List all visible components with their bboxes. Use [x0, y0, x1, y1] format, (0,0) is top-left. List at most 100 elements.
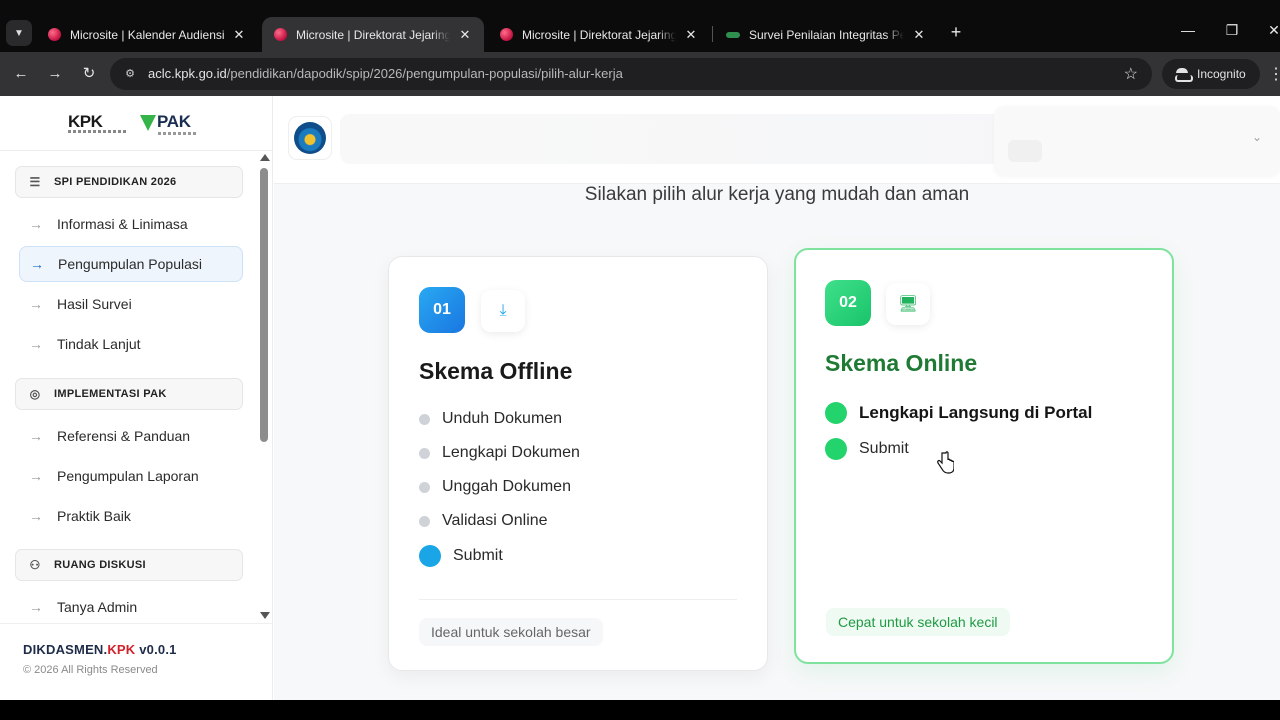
sidebar-scrollbar[interactable] [258, 152, 272, 622]
forward-arrow-icon[interactable]: → [45, 64, 65, 84]
sidebar-item-pengumpulan-populasi[interactable]: → Pengumpulan Populasi [19, 246, 243, 282]
sidebar-item-pengumpulan-laporan[interactable]: → Pengumpulan Laporan [19, 458, 243, 494]
browser-tab-2[interactable]: Microsite | Direktorat Jejaring Pendidik… [262, 17, 484, 52]
tab-title: Microsite | Direktorat Jejaring Pendidik… [522, 27, 676, 42]
sidebar-logos[interactable]: KPK PAK [68, 112, 198, 138]
arrow-right-icon: → [30, 256, 44, 272]
checkmark-icon [140, 115, 156, 131]
target-icon: ◎ [29, 387, 41, 401]
incognito-label: Incognito [1197, 67, 1246, 81]
section-label: RUANG DISKUSI [54, 559, 146, 571]
monitor-icon[interactable]: 🖥 [886, 283, 930, 325]
browser-tab-strip: ▼ Microsite | Kalender Audiensi ✕ Micros… [0, 0, 1280, 52]
kpk-heart-icon [500, 28, 513, 41]
spi-icon [726, 31, 740, 38]
incognito-icon [1174, 68, 1193, 82]
browser-tab-3[interactable]: Microsite | Direktorat Jejaring Pendidik… [488, 17, 710, 52]
tab-close-icon[interactable]: ✕ [232, 27, 246, 43]
browser-menu-icon[interactable]: ⋮ [1268, 64, 1280, 84]
url-host: aclc.kpk.go.id [148, 66, 227, 81]
step-item: Submit [419, 545, 503, 567]
section-spi-pendidikan[interactable]: ☰ SPI PENDIDIKAN 2026 [15, 166, 243, 198]
arrow-right-icon: → [29, 468, 43, 484]
browser-toolbar: ← → ↻ ⚙ aclc.kpk.go.id/pendidikan/dapodi… [0, 52, 1280, 96]
sidebar-item-referensi-panduan[interactable]: → Referensi & Panduan [19, 418, 243, 454]
sidebar-item-label: Tindak Lanjut [57, 336, 141, 352]
page-subtitle: Silakan pilih alur kerja yang mudah dan … [584, 184, 970, 205]
divider [419, 599, 737, 600]
divider [0, 150, 272, 151]
step-number-badge: 02 [825, 280, 871, 326]
tab-close-icon[interactable]: ✕ [912, 27, 926, 43]
section-ruang-diskusi[interactable]: ⚇ RUANG DISKUSI [15, 549, 243, 581]
card-title: Skema Offline [419, 358, 573, 384]
sidebar-item-label: Informasi & Linimasa [57, 216, 188, 232]
step-item: Lengkapi Langsung di Portal [825, 402, 1092, 424]
sidebar-footer: DIKDASMEN.KPK v0.0.1 © 2026 All Rights R… [0, 623, 272, 700]
incognito-button[interactable]: Incognito [1162, 59, 1260, 89]
sidebar-item-hasil-survei[interactable]: → Hasil Survei [19, 286, 243, 322]
main-content: ⌄ Silakan pilih alur kerja yang mudah da… [274, 96, 1280, 700]
browser-tab-1[interactable]: Microsite | Kalender Audiensi ✕ [36, 17, 258, 52]
card-title: Skema Online [825, 350, 978, 376]
reload-icon[interactable]: ↻ [79, 64, 99, 84]
screen-bottom-bar [0, 700, 1280, 720]
site-settings-icon[interactable]: ⚙ [122, 66, 138, 82]
scroll-down-icon[interactable] [260, 612, 270, 619]
step-item: Unggah Dokumen [419, 478, 571, 496]
copyright: © 2026 All Rights Reserved [23, 664, 158, 676]
step-item: Validasi Online [419, 512, 548, 530]
tab-search-chevron-down-icon[interactable]: ▼ [6, 20, 32, 46]
sidebar-item-tanya-admin[interactable]: → Tanya Admin [19, 589, 243, 625]
list-icon: ☰ [29, 175, 41, 189]
tab-title: Microsite | Direktorat Jejaring Pendidik… [296, 27, 450, 42]
brand-version: v0.0.1 [135, 642, 177, 657]
back-arrow-icon[interactable]: ← [11, 64, 31, 84]
tab-title: Microsite | Kalender Audiensi [70, 27, 224, 42]
step-item: Lengkapi Dokumen [419, 444, 580, 462]
bookmark-star-icon[interactable]: ☆ [1124, 64, 1138, 84]
step-item: Unduh Dokumen [419, 410, 562, 428]
arrow-right-icon: → [29, 599, 43, 615]
section-label: SPI PENDIDIKAN 2026 [54, 176, 177, 188]
address-bar[interactable]: ⚙ aclc.kpk.go.id/pendidikan/dapodik/spip… [110, 58, 1152, 90]
close-window-icon[interactable]: ✕ [1264, 22, 1280, 39]
sidebar-item-label: Hasil Survei [57, 296, 132, 312]
download-icon[interactable]: ⤓ [481, 290, 525, 332]
users-icon: ⚇ [29, 558, 41, 572]
arrow-right-icon: → [29, 428, 43, 444]
sidebar-item-label: Pengumpulan Populasi [58, 256, 202, 272]
arrow-right-icon: → [29, 336, 43, 352]
minimize-icon[interactable]: — [1178, 22, 1198, 38]
sidebar-item-label: Pengumpulan Laporan [57, 468, 199, 484]
kpk-heart-icon [274, 28, 287, 41]
browser-tab-4[interactable]: Survei Penilaian Integritas Pendidikan ✕ [714, 17, 938, 52]
sidebar-item-tindak-lanjut[interactable]: → Tindak Lanjut [19, 326, 243, 362]
chevron-down-icon[interactable]: ⌄ [1250, 130, 1264, 144]
new-tab-plus-icon[interactable]: + [946, 22, 966, 42]
kpk-heart-icon [48, 28, 61, 41]
tut-wuri-logo[interactable] [288, 116, 332, 160]
user-menu[interactable] [994, 106, 1280, 176]
sidebar-item-label: Referensi & Panduan [57, 428, 191, 444]
card-footer-note: Ideal untuk sekolah besar [419, 618, 603, 646]
online-scheme-card[interactable]: 02 🖥 Skema Online Lengkapi Langsung di P… [794, 248, 1174, 664]
step-item: Submit [825, 438, 909, 460]
sidebar-item-informasi-linimasa[interactable]: → Informasi & Linimasa [19, 206, 243, 242]
scroll-thumb[interactable] [260, 168, 268, 442]
offline-scheme-card[interactable]: 01 ⤓ Skema Offline Unduh Dokumen Lengkap… [388, 256, 768, 671]
brand-part-a: DIKDASMEN. [23, 642, 108, 657]
kpk-logo-text: KPK [68, 112, 103, 131]
section-implementasi-pak[interactable]: ◎ IMPLEMENTASI PAK [15, 378, 243, 410]
brand-part-b: KPK [107, 642, 136, 657]
restore-icon[interactable]: ❐ [1222, 22, 1242, 39]
tab-separator [712, 26, 713, 42]
page-viewport: KPK PAK ☰ SPI PENDIDIKAN 2026 → Informas… [0, 96, 1280, 700]
tab-close-icon[interactable]: ✕ [684, 27, 698, 43]
tut-wuri-emblem-icon [294, 122, 326, 154]
app-brand: DIKDASMEN.KPK v0.0.1 [23, 642, 177, 657]
scroll-up-icon[interactable] [260, 154, 270, 161]
tab-close-icon[interactable]: ✕ [458, 27, 472, 43]
sidebar-item-praktik-baik[interactable]: → Praktik Baik [19, 498, 243, 534]
url-text[interactable]: aclc.kpk.go.id/pendidikan/dapodik/spip/2… [148, 66, 623, 81]
